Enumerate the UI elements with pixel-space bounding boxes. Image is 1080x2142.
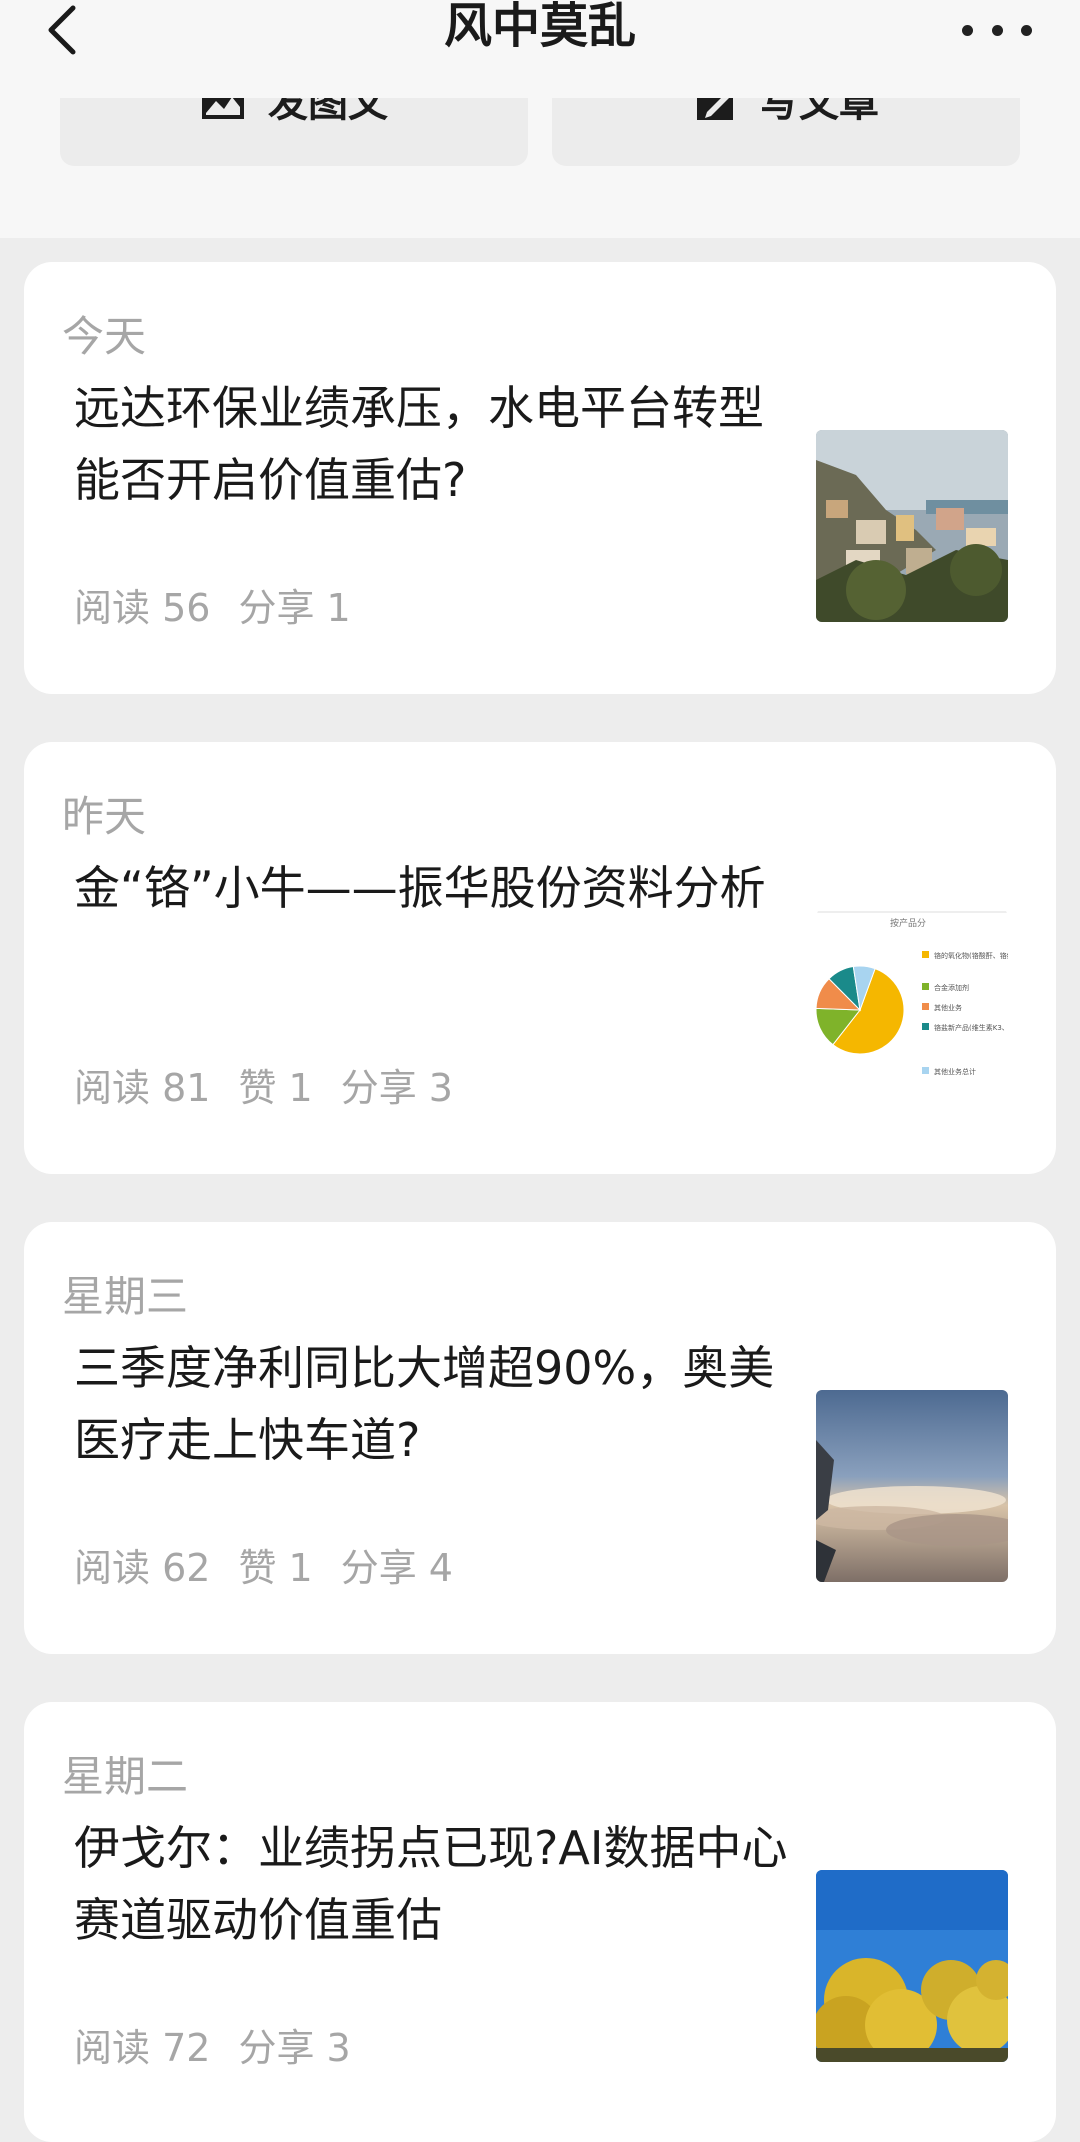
more-dot-icon bbox=[1021, 24, 1032, 36]
share-count: 分享 3 bbox=[238, 2026, 351, 2070]
article-thumbnail[interactable] bbox=[816, 430, 1008, 622]
article-stats: 阅读 72 分享 3 bbox=[74, 2024, 351, 2072]
read-count: 阅读 56 bbox=[74, 586, 211, 630]
date-label: 星期二 bbox=[62, 1752, 189, 1801]
legend-swatch bbox=[922, 1003, 929, 1010]
article-stats: 阅读 62 赞 1 分享 4 bbox=[74, 1544, 453, 1592]
coastal-village-image bbox=[816, 430, 1008, 622]
date-label: 昨天 bbox=[62, 792, 147, 841]
legend-swatch bbox=[922, 1023, 929, 1030]
share-count: 分享 4 bbox=[340, 1546, 453, 1590]
page-title: 风中莫乱 bbox=[443, 0, 636, 54]
pie-title: 按产品分 bbox=[890, 917, 926, 929]
legend-swatch bbox=[922, 951, 929, 958]
legend-swatch bbox=[922, 983, 929, 990]
article-thumbnail[interactable] bbox=[816, 1870, 1008, 2062]
article-thumbnail[interactable] bbox=[816, 1390, 1008, 1582]
share-count: 分享 1 bbox=[238, 586, 351, 630]
legend-label: 其他业务 bbox=[934, 1003, 962, 1012]
article-title[interactable]: 金“铬”小牛——振华股份资料分析 bbox=[74, 852, 794, 924]
like-count: 赞 1 bbox=[238, 1546, 313, 1590]
more-dot-icon bbox=[962, 24, 973, 36]
read-count: 阅读 81 bbox=[74, 1066, 211, 1110]
article-title[interactable]: 伊戈尔：业绩拐点已现?AI数据中心赛道驱动价值重估 bbox=[74, 1812, 794, 1956]
nav-header: 风中莫乱 bbox=[0, 0, 1080, 98]
article-card[interactable]: 昨天 金“铬”小牛——振华股份资料分析 阅读 81 赞 1 分享 3 按产品分 … bbox=[24, 742, 1056, 1174]
article-stats: 阅读 56 分享 1 bbox=[74, 584, 351, 632]
more-dot-icon bbox=[991, 24, 1003, 36]
date-label: 星期三 bbox=[62, 1272, 189, 1321]
article-title[interactable]: 三季度净利同比大增超90%，奥美医疗走上快车道? bbox=[74, 1332, 794, 1476]
article-title[interactable]: 远达环保业绩承压，水电平台转型能否开启价值重估? bbox=[74, 372, 794, 516]
article-card[interactable]: 今天 远达环保业绩承压，水电平台转型能否开启价值重估? 阅读 56 分享 1 bbox=[24, 262, 1056, 694]
ginkgo-trees-image bbox=[816, 1870, 1008, 2062]
legend-label: 铬的氧化物(铬酸酐、铬绿) bbox=[934, 951, 1008, 960]
pie-chart-image: 按产品分 铬的氧化物(铬酸酐、铬绿) 合金添加剂其他业务铬盐新产品(维生素K3、碱… bbox=[816, 911, 1008, 1076]
read-count: 阅读 72 bbox=[74, 2026, 211, 2070]
like-count: 赞 1 bbox=[238, 1066, 313, 1110]
share-count: 分享 3 bbox=[340, 1066, 453, 1110]
article-card[interactable]: 星期二 伊戈尔：业绩拐点已现?AI数据中心赛道驱动价值重估 阅读 72 分享 3 bbox=[24, 1702, 1056, 2142]
legend-swatch bbox=[922, 1067, 929, 1074]
article-card[interactable]: 星期三 三季度净利同比大增超90%，奥美医疗走上快车道? 阅读 62 赞 1 分… bbox=[24, 1222, 1056, 1654]
more-button[interactable] bbox=[962, 10, 1032, 50]
sky-clouds-image bbox=[816, 1390, 1008, 1582]
legend-label: 其他业务总计 bbox=[934, 1067, 976, 1076]
article-stats: 阅读 81 赞 1 分享 3 bbox=[74, 1064, 453, 1112]
legend-label: 铬盐新产品(维生素K3、碱式硫酸铬) bbox=[934, 1023, 1008, 1032]
article-thumbnail[interactable]: 按产品分 铬的氧化物(铬酸酐、铬绿) 合金添加剂其他业务铬盐新产品(维生素K3、碱… bbox=[816, 910, 1008, 1102]
read-count: 阅读 62 bbox=[74, 1546, 211, 1590]
legend-label: 合金添加剂 bbox=[934, 983, 969, 992]
date-label: 今天 bbox=[62, 312, 147, 361]
